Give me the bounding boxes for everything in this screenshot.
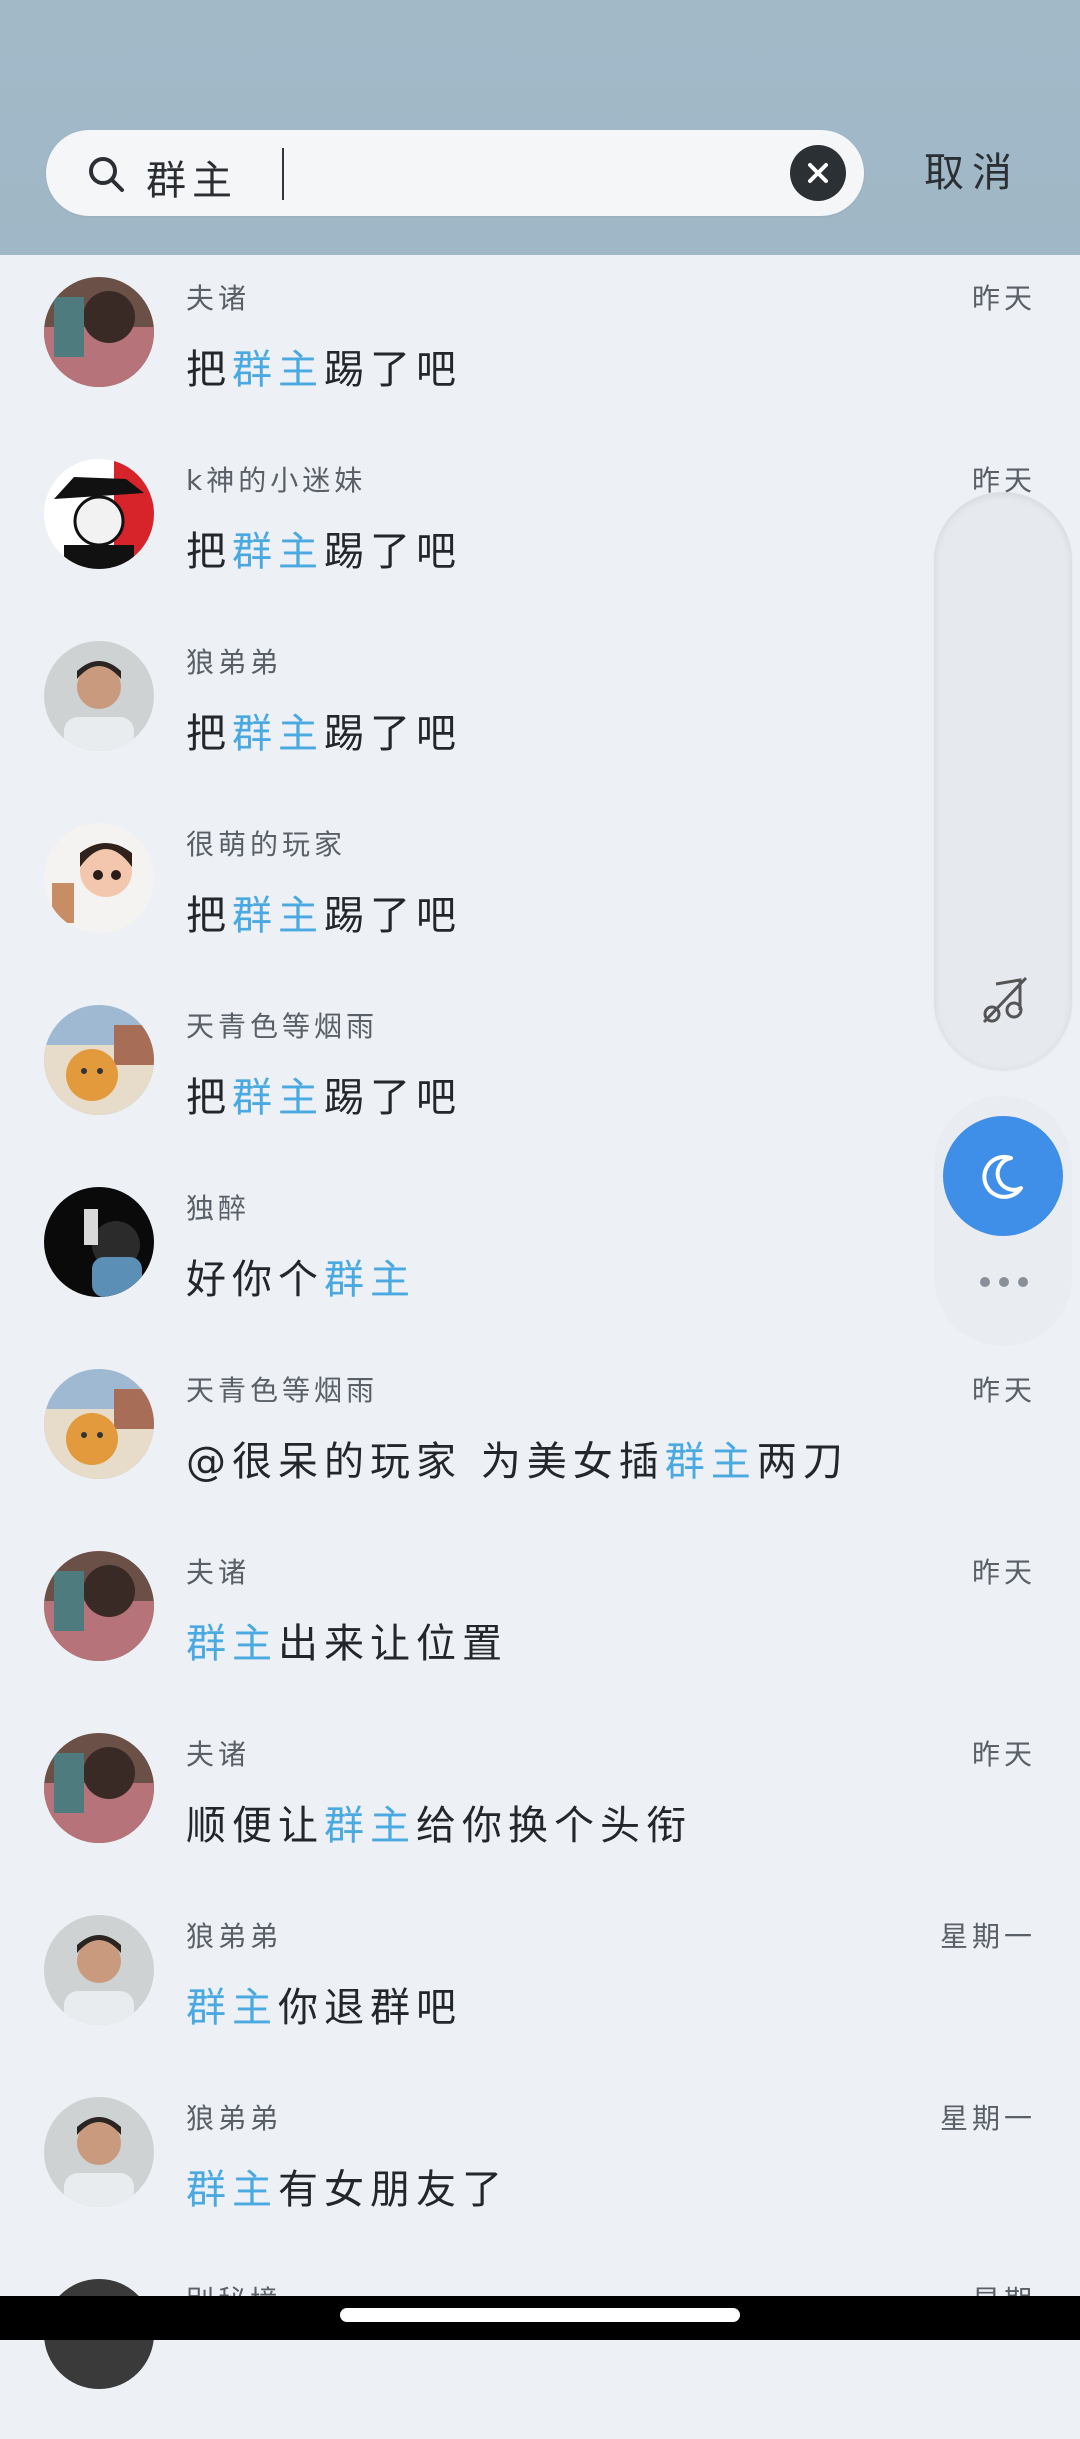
text-caret (282, 148, 284, 200)
message-preview: 顺便让群主给你换个头衔 (186, 1803, 692, 1849)
sender-name: k神的小迷妹 (186, 464, 367, 497)
avatar (44, 1733, 154, 1843)
message-time: 昨天 (971, 1556, 1036, 1589)
list-item[interactable]: 天青色等烟雨 昨天 @很呆的玩家 为美女插群主两刀 (0, 1347, 1080, 1529)
keyword-highlight: 群主 (186, 2167, 278, 2213)
home-indicator[interactable] (340, 2308, 740, 2322)
keyword-highlight: 群主 (232, 347, 324, 393)
avatar (44, 1551, 154, 1661)
sender-name: 夫诸 (186, 282, 251, 315)
avatar (44, 2097, 154, 2207)
keyword-highlight: 群主 (664, 1439, 757, 1485)
keyword-highlight: 群主 (324, 1803, 416, 1849)
list-item[interactable]: 很萌的玩家 昨天 把群主踢了吧 (0, 801, 1080, 983)
message-preview: 把群主踢了吧 (186, 1075, 462, 1121)
list-item[interactable]: 狼弟弟 星期一 群主你退群吧 (0, 1893, 1080, 2075)
avatar (44, 277, 154, 387)
search-results-list: 夫诸 昨天 把群主踢了吧 k神的小迷妹 昨天 把群主踢了吧 狼弟弟 昨天 把群主… (0, 255, 1080, 2439)
message-time: 星期一 (939, 1920, 1036, 1953)
avatar (44, 1005, 154, 1115)
sender-name: 狼弟弟 (186, 1920, 283, 1953)
list-item[interactable]: 别秘境 星期 (0, 2257, 1080, 2439)
list-item[interactable]: k神的小迷妹 昨天 把群主踢了吧 (0, 437, 1080, 619)
sender-name: 独醉 (186, 1192, 251, 1225)
avatar (44, 641, 154, 751)
music-off-icon[interactable] (976, 972, 1032, 1028)
moon-icon (982, 1154, 1023, 1199)
clear-search-button[interactable] (790, 145, 846, 201)
list-item[interactable]: 狼弟弟 昨天 把群主踢了吧 (0, 619, 1080, 801)
keyword-highlight: 群主 (186, 1621, 278, 1667)
message-preview: 群主有女朋友了 (186, 2167, 508, 2213)
sender-name: 天青色等烟雨 (186, 1010, 379, 1043)
sender-name: 狼弟弟 (186, 2102, 283, 2135)
message-preview: 好你个群主 (186, 1257, 416, 1303)
message-time: 星期一 (939, 2102, 1036, 2135)
close-icon (808, 163, 828, 183)
message-preview: 把群主踢了吧 (186, 347, 462, 393)
sender-name: 夫诸 (186, 1556, 251, 1589)
keyword-highlight: 群主 (232, 1075, 324, 1121)
avatar (44, 823, 154, 933)
floating-side-panel (934, 492, 1072, 1070)
avatar (44, 1187, 154, 1297)
message-preview: 把群主踢了吧 (186, 529, 462, 575)
message-preview: 把群主踢了吧 (186, 711, 462, 757)
avatar (44, 1369, 154, 1479)
avatar (44, 1915, 154, 2025)
message-preview: 群主你退群吧 (186, 1985, 462, 2031)
search-icon (89, 157, 124, 192)
list-item[interactable]: 夫诸 昨天 顺便让群主给你换个头衔 (0, 1711, 1080, 1893)
search-header: 群主 取消 (0, 0, 1080, 255)
list-item[interactable]: 独醉 昨天 好你个群主 (0, 1165, 1080, 1347)
cancel-button[interactable]: 取消 (924, 140, 1020, 198)
sender-name: 很萌的玩家 (186, 828, 347, 861)
message-preview: 把群主踢了吧 (186, 893, 462, 939)
sender-name: 天青色等烟雨 (186, 1374, 379, 1407)
sender-name: 夫诸 (186, 1738, 251, 1771)
avatar (44, 459, 154, 569)
keyword-highlight: 群主 (186, 1985, 278, 2031)
keyword-highlight: 群主 (232, 711, 324, 757)
sender-name: 狼弟弟 (186, 646, 283, 679)
list-item[interactable]: 夫诸 昨天 把群主踢了吧 (0, 255, 1080, 437)
keyword-highlight: 群主 (232, 893, 324, 939)
floating-action-panel (934, 1096, 1072, 1346)
search-bar[interactable]: 群主 (46, 130, 864, 216)
list-item[interactable]: 夫诸 昨天 群主出来让位置 (0, 1529, 1080, 1711)
search-input[interactable]: 群主 (146, 148, 238, 206)
message-preview: 群主出来让位置 (186, 1621, 508, 1667)
message-time: 昨天 (971, 282, 1036, 315)
keyword-highlight: 群主 (324, 1257, 416, 1303)
message-preview: @很呆的玩家 为美女插群主两刀 (186, 1439, 849, 1485)
list-item[interactable]: 天青色等烟雨 昨天 把群主踢了吧 (0, 983, 1080, 1165)
night-mode-button[interactable] (943, 1116, 1063, 1236)
keyword-highlight: 群主 (232, 529, 324, 575)
message-time: 昨天 (971, 1374, 1036, 1407)
list-item[interactable]: 狼弟弟 星期一 群主有女朋友了 (0, 2075, 1080, 2257)
more-icon[interactable] (977, 1274, 1031, 1290)
message-time: 昨天 (971, 1738, 1036, 1771)
